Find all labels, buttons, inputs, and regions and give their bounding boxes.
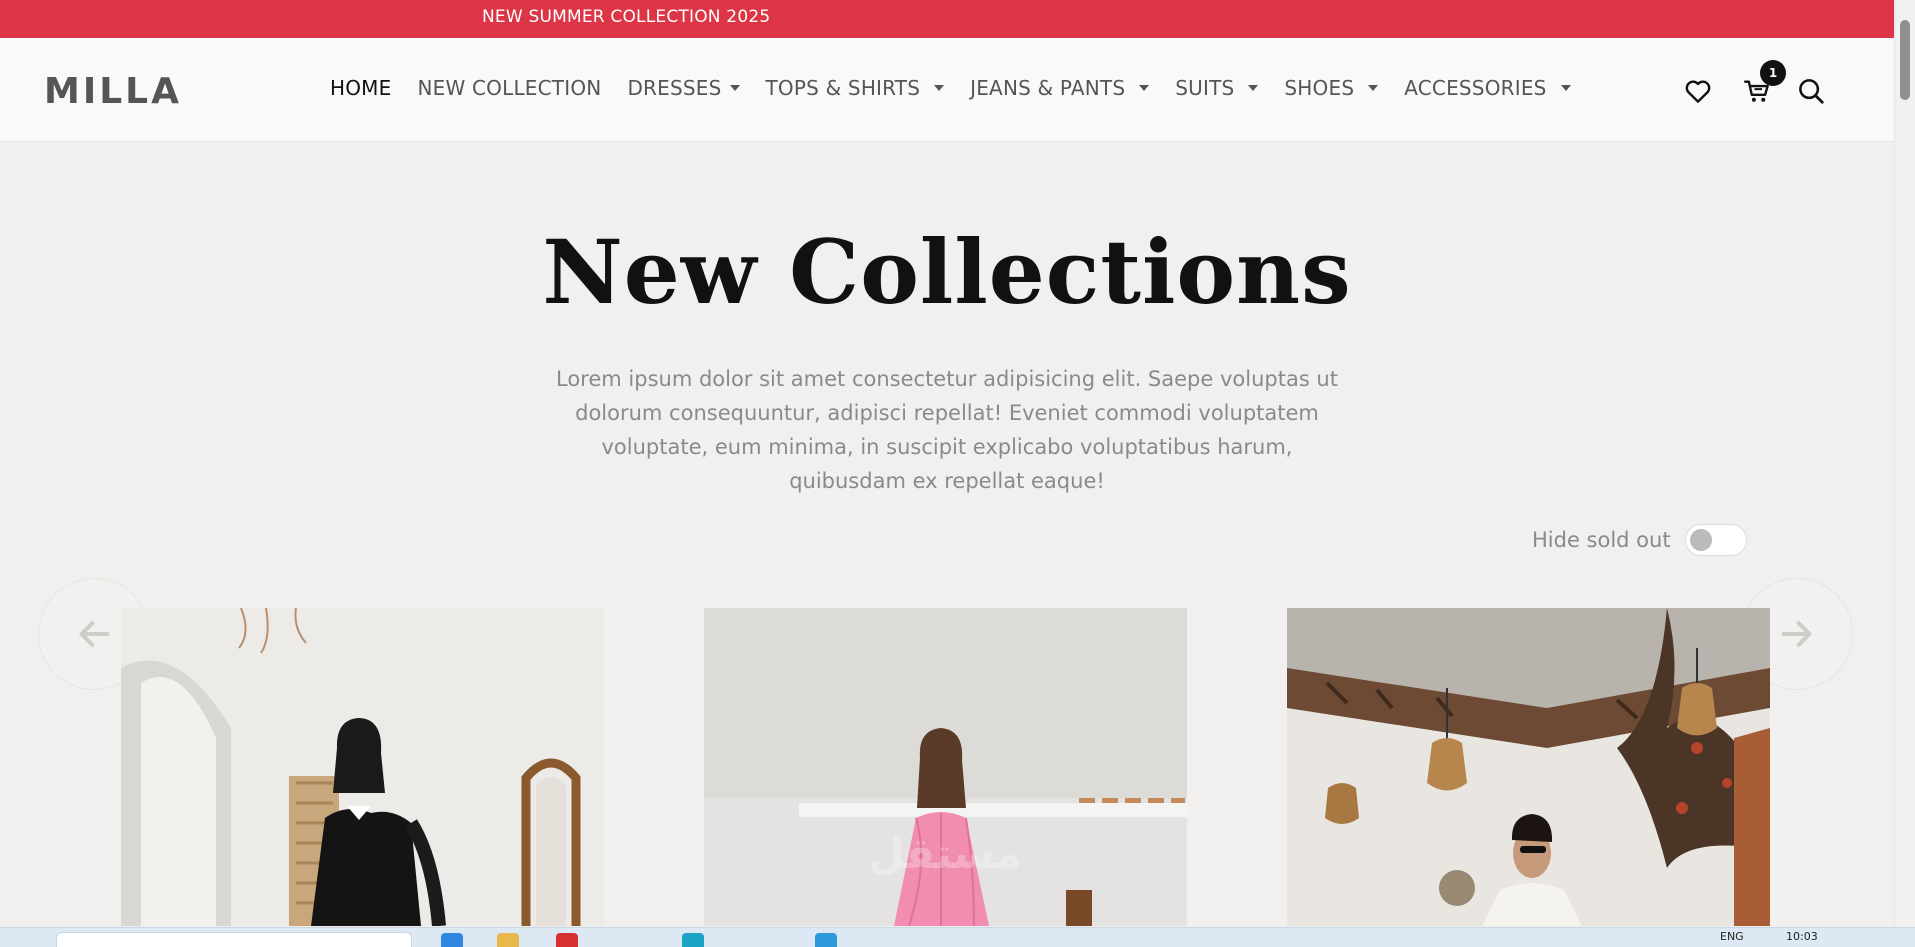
nav-item-label: ACCESSORIES [1404,76,1547,100]
product-card[interactable] [1287,608,1770,926]
chevron-down-icon [1368,85,1379,91]
product-card[interactable]: ﻣﺴﺘﻘﻞ [704,608,1187,926]
chevron-down-icon [729,85,740,91]
nav-item-label: HOME [330,76,392,100]
nav-item-jeans-pants[interactable]: JEANS & PANTS [970,76,1150,100]
search-icon[interactable] [1796,76,1826,106]
chevron-down-icon [1248,85,1259,91]
product-image[interactable] [121,608,604,926]
nav-item-tops-shirts[interactable]: TOPS & SHIRTS [766,76,945,100]
product-card[interactable] [121,608,604,926]
app-icon[interactable] [441,933,463,947]
page-title: New Collections [542,220,1352,324]
hide-sold-out-filter: Hide sold out [1532,524,1747,556]
nav-item-label: SUITS [1175,76,1235,100]
nav-item-label: JEANS & PANTS [970,76,1126,100]
nav-item-label: TOPS & SHIRTS [765,76,921,100]
language-indicator[interactable]: ENG [1720,930,1744,943]
hide-sold-out-toggle[interactable] [1684,524,1747,556]
site-header: MILLA HOME NEW COLLECTION DRESSES TOPS &… [0,38,1894,142]
chevron-down-icon [1139,85,1150,91]
logo[interactable]: MILLA [44,71,182,112]
nav-item-label: NEW COLLECTION [417,76,602,100]
scrollbar-thumb[interactable] [1900,20,1910,100]
os-taskbar: ENG 10:03 [0,927,1915,947]
app-icon[interactable] [815,933,837,947]
hide-sold-out-label: Hide sold out [1532,528,1671,552]
announcement-bar: NEW SUMMER COLLECTION 2025 [0,0,1894,38]
app-icon[interactable] [556,933,578,947]
nav-item-accessories[interactable]: ACCESSORIES [1404,76,1571,100]
nav-item-home[interactable]: HOME [330,76,391,100]
chevron-down-icon [934,85,945,91]
folder-icon[interactable] [497,933,519,947]
arrow-right-icon [1781,621,1812,647]
taskbar-search-input[interactable] [56,932,412,947]
browser-icon[interactable] [682,933,704,947]
cart-count-badge: 1 [1760,60,1786,86]
heart-icon[interactable] [1683,76,1713,106]
nav-item-label: DRESSES [627,76,722,100]
product-image[interactable]: ﻣﺴﺘﻘﻞ [704,608,1187,926]
nav-item-shoes[interactable]: SHOES [1284,76,1379,100]
collection-description: Lorem ipsum dolor sit amet consectetur a… [556,367,1338,493]
nav-item-dresses[interactable]: DRESSES [627,76,740,100]
arrow-left-icon [79,621,110,647]
svg-text:ﻣﺴﺘﻘﻞ: ﻣﺴﺘﻘﻞ [868,829,1022,878]
nav-item-suits[interactable]: SUITS [1175,76,1259,100]
nav-item-new-collection[interactable]: NEW COLLECTION [417,76,601,100]
nav-item-label: SHOES [1284,76,1355,100]
announcement-text: NEW SUMMER COLLECTION 2025 [482,7,771,27]
toggle-knob [1689,529,1712,551]
main-nav: HOME NEW COLLECTION DRESSES TOPS & SHIRT… [330,76,1597,100]
vertical-scrollbar[interactable] [1894,0,1915,927]
product-image[interactable] [1287,608,1770,926]
chevron-down-icon [1560,85,1571,91]
clock[interactable]: 10:03 [1786,930,1818,943]
